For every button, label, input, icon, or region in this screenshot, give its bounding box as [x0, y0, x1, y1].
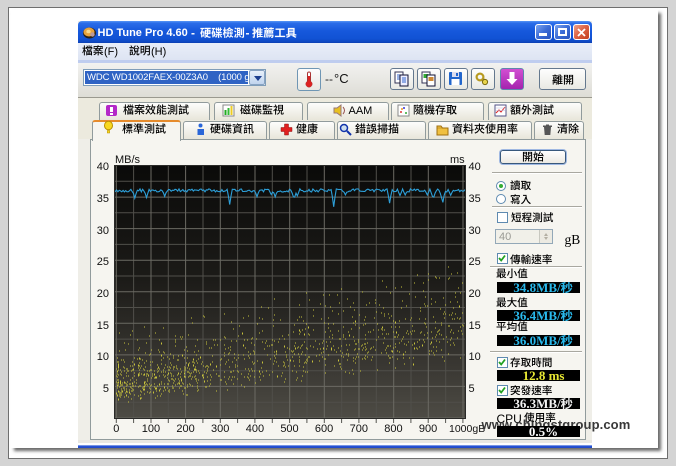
svg-text:0.5%: 0.5%: [528, 426, 557, 437]
svg-text:34.8MB/: 34.8MB/: [513, 282, 561, 293]
svg-text:12.8 ms: 12.8 ms: [522, 370, 564, 381]
svg-text:36.3MB/: 36.3MB/: [513, 398, 561, 409]
svg-text:36.0MB/: 36.0MB/: [513, 335, 561, 346]
